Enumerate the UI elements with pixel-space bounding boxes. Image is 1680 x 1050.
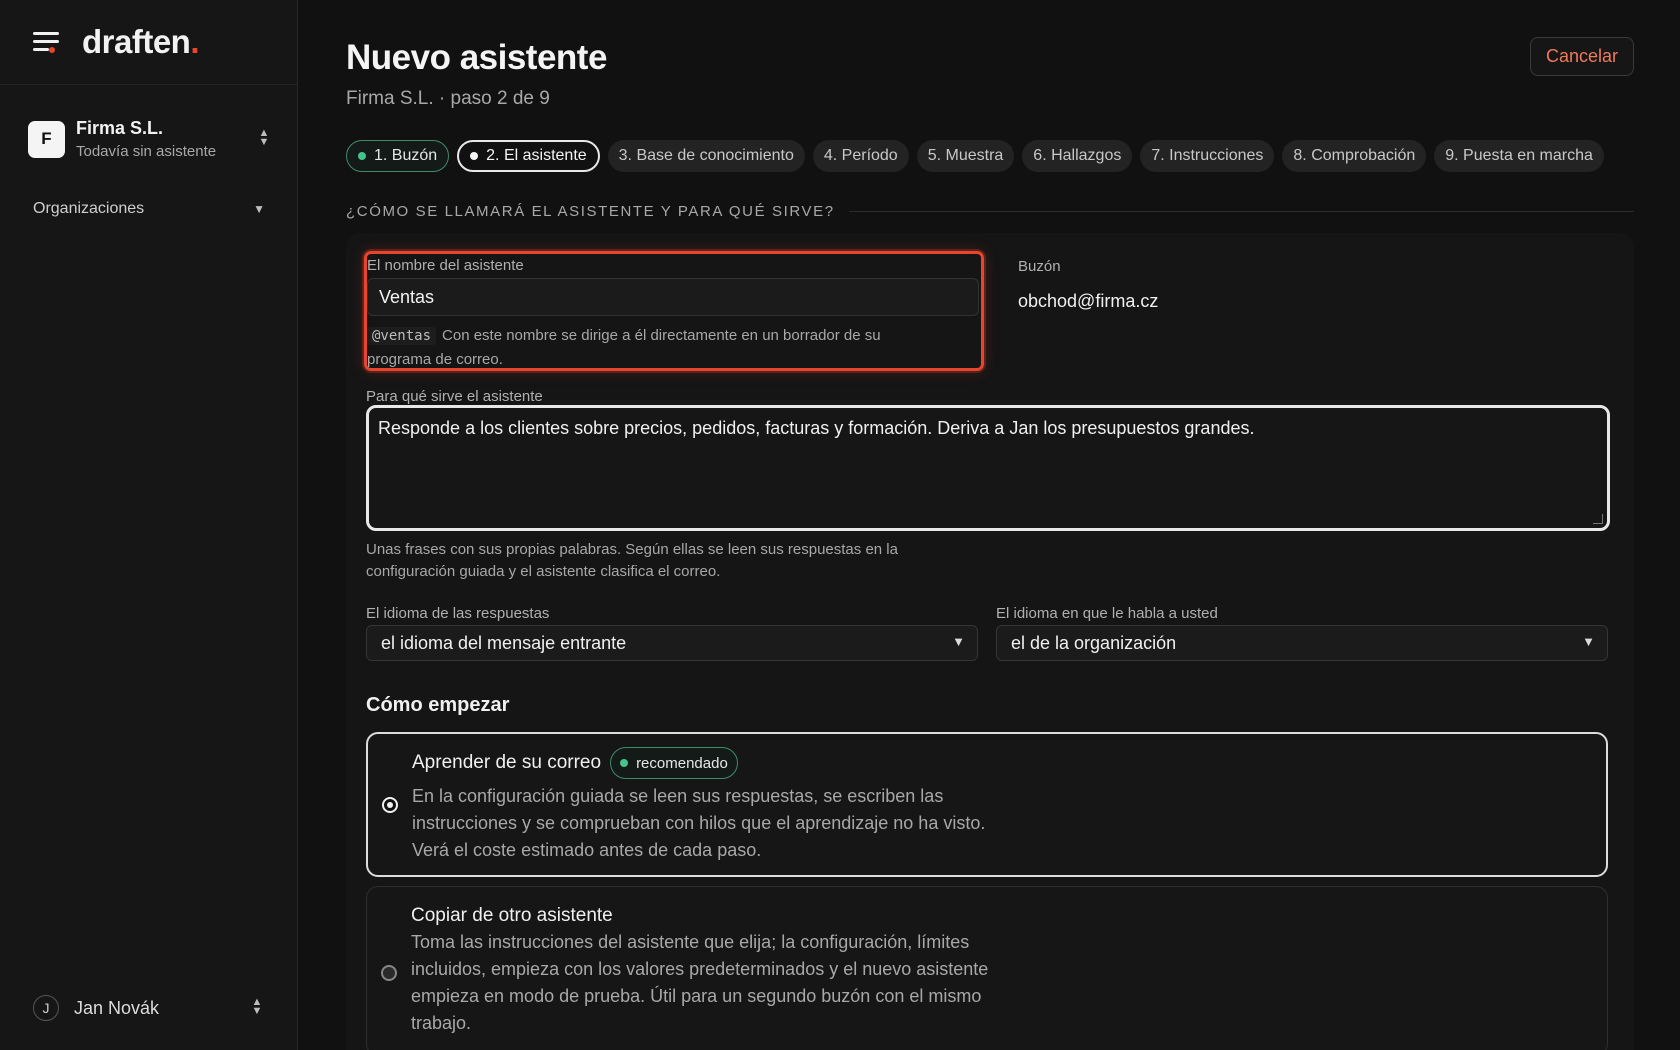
- option-learn-from-mail[interactable]: Aprender de su correo recomendado En la …: [366, 732, 1608, 877]
- reply-language-label: El idioma de las respuestas: [366, 605, 550, 622]
- divider: [848, 211, 1634, 212]
- option-title: Copiar de otro asistente: [411, 905, 613, 926]
- sidebar-item-organizaciones[interactable]: Organizaciones ▼: [33, 200, 265, 218]
- sidebar-header: draften.: [0, 0, 297, 85]
- step-base-de-conocimiento[interactable]: 3. Base de conocimiento: [607, 140, 805, 172]
- step-el-asistente[interactable]: 2. El asistente: [457, 140, 600, 172]
- avatar: J: [33, 995, 59, 1021]
- step-comprobacion[interactable]: 8. Comprobación: [1282, 140, 1427, 172]
- mailbox-value: obchod@firma.cz: [1018, 291, 1159, 311]
- user-name: Jan Novák: [74, 997, 160, 1018]
- menu-icon[interactable]: [33, 31, 60, 53]
- resize-handle-icon[interactable]: [1593, 514, 1603, 524]
- purpose-help: Unas frases con sus propias palabras. Se…: [366, 541, 898, 580]
- step-buzon[interactable]: 1. Buzón: [346, 140, 450, 172]
- status-dot-icon: [620, 759, 629, 767]
- assistant-handle-help: @ventas Con este nombre se dirige a él di…: [367, 327, 881, 368]
- step-periodo[interactable]: 4. Período: [812, 140, 909, 172]
- recommended-badge: recomendado: [610, 747, 738, 779]
- section-heading: ¿CÓMO SE LLAMARÁ EL ASISTENTE Y PARA QUÉ…: [346, 203, 1634, 220]
- option-description: Toma las instrucciones del asistente que…: [411, 932, 989, 1033]
- purpose-label: Para qué sirve el asistente: [366, 388, 543, 405]
- assistant-form-card: El nombre del asistente Ventas @ventas Co…: [346, 233, 1634, 1050]
- step-muestra[interactable]: 5. Muestra: [916, 140, 1015, 172]
- chevron-down-icon: ▼: [253, 202, 265, 216]
- assistant-name-field-group: El nombre del asistente Ventas @ventas Co…: [364, 251, 984, 371]
- step-hallazgos[interactable]: 6. Hallazgos: [1022, 140, 1133, 172]
- option-description: En la configuración guiada se leen sus r…: [412, 786, 986, 860]
- assistant-name-label: El nombre del asistente: [367, 257, 524, 274]
- chevron-down-icon: ▼: [1582, 634, 1595, 649]
- sidebar-item-label: Organizaciones: [33, 200, 145, 217]
- page-subtitle: Firma S.L. · paso 2 de 9: [346, 88, 550, 109]
- radio-copy-assistant[interactable]: [381, 965, 397, 981]
- step-instrucciones[interactable]: 7. Instrucciones: [1140, 140, 1275, 172]
- option-copy-assistant[interactable]: Copiar de otro asistente Toma las instru…: [366, 886, 1608, 1050]
- chevron-up-down-icon: ▲ ▼: [251, 996, 263, 1017]
- mailbox-label: Buzón: [1018, 258, 1061, 275]
- user-menu[interactable]: J Jan Novák ▲ ▼: [33, 995, 265, 1021]
- org-switcher[interactable]: F Firma S.L. Todavía sin asistente ▲ ▼: [28, 117, 272, 161]
- ui-language-label: El idioma en que le habla a usted: [996, 605, 1218, 622]
- org-subtitle: Todavía sin asistente: [76, 143, 217, 160]
- ui-language-select[interactable]: el de la organización ▼: [996, 625, 1608, 661]
- sidebar: draften. F Firma S.L. Todavía sin asiste…: [0, 0, 298, 1050]
- chevron-down-icon: ▼: [952, 634, 965, 649]
- reply-language-select[interactable]: el idioma del mensaje entrante ▼: [366, 625, 978, 661]
- app-logo[interactable]: draften.: [82, 23, 199, 61]
- option-title: Aprender de su correo: [412, 752, 602, 773]
- wizard-steps: 1. Buzón 2. El asistente 3. Base de cono…: [346, 140, 1604, 172]
- assistant-handle: @ventas: [367, 327, 437, 345]
- chevron-up-down-icon: ▲ ▼: [258, 127, 270, 148]
- current-dot-icon: [470, 152, 479, 160]
- main-content: Nuevo asistente Firma S.L. · paso 2 de 9…: [298, 0, 1680, 1050]
- radio-learn-from-mail[interactable]: [382, 797, 398, 813]
- purpose-textarea[interactable]: Responde a los clientes sobre precios, p…: [366, 405, 1610, 531]
- cancel-button[interactable]: Cancelar: [1530, 37, 1634, 76]
- page-title: Nuevo asistente: [346, 38, 607, 77]
- org-avatar: F: [28, 120, 65, 158]
- assistant-name-input[interactable]: Ventas: [367, 278, 979, 316]
- step-puesta-en-marcha[interactable]: 9. Puesta en marcha: [1434, 140, 1604, 172]
- check-dot-icon: [358, 152, 366, 160]
- org-name: Firma S.L.: [76, 118, 164, 138]
- how-to-start-title: Cómo empezar: [366, 694, 510, 716]
